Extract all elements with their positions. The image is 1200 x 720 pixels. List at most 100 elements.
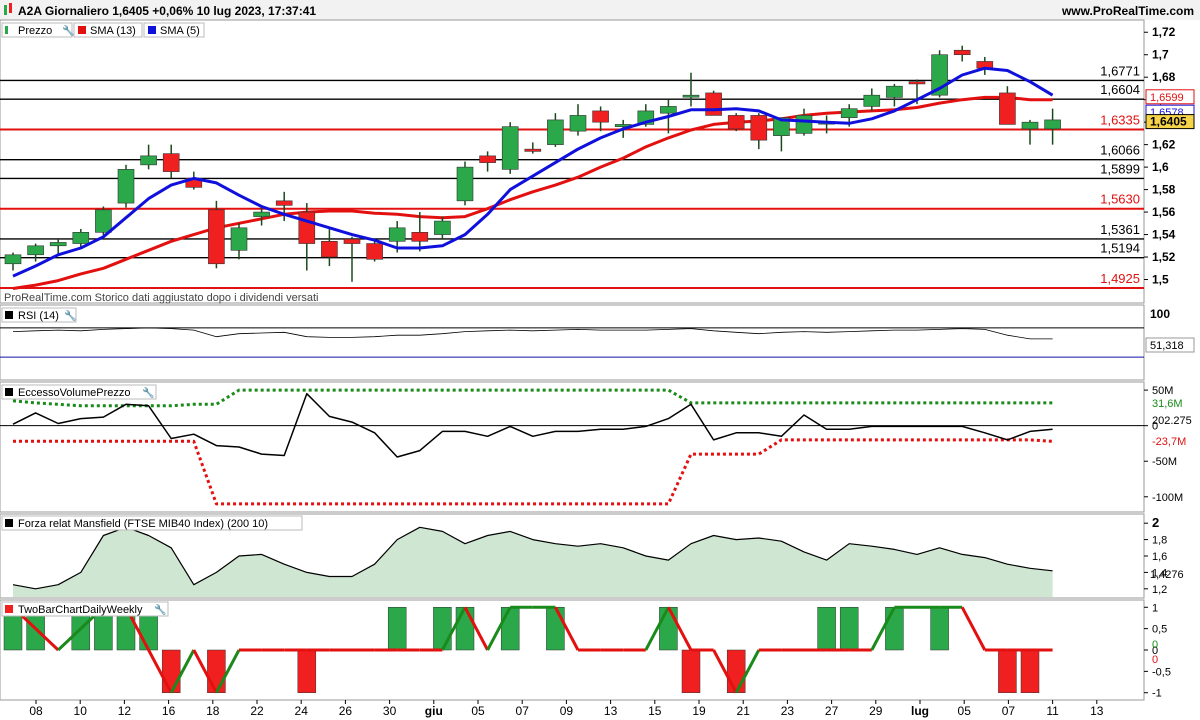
twobar-tick-label: 1 <box>1152 602 1158 614</box>
twobar-bar-up <box>930 607 949 651</box>
price-tick-label: 1,68 <box>1152 70 1176 84</box>
rsi-badge: 51,318 <box>1150 340 1184 352</box>
twobar-bar-down <box>161 649 181 693</box>
mansfield-tick-label: 1,8 <box>1152 535 1167 547</box>
candle-up <box>795 115 813 134</box>
hline-label-4: 1,5899 <box>1100 161 1140 176</box>
twobar-bar-up <box>387 607 407 651</box>
candle-up <box>95 209 112 233</box>
price-tick-label: 1,7 <box>1152 48 1169 62</box>
price-tick-label: 1,6 <box>1152 160 1169 174</box>
twobar-bar-up <box>817 607 836 651</box>
wrench-icon: 🔧 <box>154 603 166 616</box>
eccesso-tick-label: 50M <box>1152 385 1173 397</box>
candle-down <box>411 232 429 242</box>
twobar-legend: TwoBarChartDailyWeekly 🔧 <box>1 601 169 617</box>
twobar-tick-label: -0,5 <box>1152 666 1171 678</box>
legend-eccesso: EccessoVolumePrezzo <box>18 387 131 399</box>
square-icon <box>78 26 86 34</box>
x-tick-label: 16 <box>162 704 176 718</box>
price-tick-label: 1,62 <box>1152 138 1176 152</box>
candle-up <box>682 94 700 98</box>
candle-up <box>253 211 270 217</box>
twobar-bar-up <box>455 607 475 651</box>
candle-up <box>27 245 44 256</box>
rsi-panel[interactable] <box>0 304 1145 381</box>
candle-up <box>501 126 519 170</box>
candle-down <box>321 241 338 258</box>
candle-down <box>208 209 225 265</box>
x-tick-label: 27 <box>825 704 839 718</box>
x-tick-label: 26 <box>339 704 353 718</box>
x-tick-label: 13 <box>604 704 618 718</box>
x-tick-label: 24 <box>295 704 309 718</box>
twobar-badge-green: 0 <box>1152 639 1158 651</box>
x-tick-label: 22 <box>250 704 264 718</box>
candle-down <box>479 155 496 163</box>
mansfield-tick-label: 1,6 <box>1152 551 1167 563</box>
wrench-icon: 🔧 <box>62 24 74 37</box>
x-tick-label: lug <box>911 704 929 718</box>
candle-down <box>162 153 180 172</box>
candle-up <box>840 108 858 118</box>
candle-up <box>456 166 474 202</box>
candle-up <box>547 119 564 145</box>
hline-label-5: 1,5630 <box>1100 192 1140 207</box>
x-tick-label: 19 <box>692 704 706 718</box>
price-tick-label: 1,56 <box>1152 205 1176 219</box>
candle-down <box>298 211 316 244</box>
candle-down <box>343 238 361 244</box>
twobar-bar-up <box>500 607 520 651</box>
candle-up <box>72 232 90 244</box>
legend-price: Prezzo <box>18 25 52 37</box>
price-badges: 1,65991,65781,6405 <box>1145 89 1195 130</box>
x-tick-label: 12 <box>118 704 132 718</box>
x-tick-label: 18 <box>206 704 220 718</box>
header-title: A2A Giornaliero 1,6405 +0,06% 10 lug 202… <box>18 4 316 18</box>
candle-down <box>999 92 1016 125</box>
twobar-bar-up <box>839 607 859 651</box>
candle-up <box>230 227 248 251</box>
candle-up <box>886 85 903 98</box>
twobar-bar-down <box>207 649 226 693</box>
twobar-bar-down <box>297 649 317 693</box>
candle-icon <box>5 26 8 34</box>
twobar-bar-up <box>659 607 678 651</box>
x-tick-label: 21 <box>737 704 751 718</box>
candle-down <box>592 110 609 123</box>
x-tick-label: 29 <box>869 704 883 718</box>
eccesso-badge-lower: -23,7M <box>1152 436 1186 448</box>
twobar-badge-red: 0 <box>1152 654 1158 666</box>
twobar-bar-down <box>681 649 701 693</box>
mansfield-axis: 21,81,61,41,2 <box>1144 515 1167 596</box>
x-tick-label: 15 <box>648 704 662 718</box>
price-tick-label: 1,52 <box>1152 250 1176 264</box>
watermark: ProRealTime.com Storico dati aggiustato … <box>4 292 318 304</box>
candle-down <box>750 115 768 141</box>
hline-label-0: 1,6771 <box>1100 63 1140 78</box>
mansfield-legend: Forza relat Mansfield (FTSE MIB40 Index)… <box>1 515 303 531</box>
rsi-legend: RSI (14) 🔧 <box>1 307 77 323</box>
twobar-bar-up <box>885 607 904 651</box>
candle-up <box>4 254 22 265</box>
twobar-bar-down <box>998 649 1017 693</box>
twobar-bar-down <box>1020 649 1040 693</box>
eccesso-badge-line: 202.275 <box>1152 415 1192 427</box>
price-tick-label: 1,72 <box>1152 25 1176 39</box>
x-tick-label: 08 <box>29 704 43 718</box>
candle-up <box>434 220 451 235</box>
price-badge-label: 1,6599 <box>1150 92 1184 104</box>
candle-up <box>1021 121 1039 130</box>
rsi-tick-100: 100 <box>1150 307 1170 321</box>
x-tick-label: 13 <box>1090 704 1104 718</box>
price-badge-label: 1,6405 <box>1150 115 1187 129</box>
twobar-tick-label: -1 <box>1152 688 1162 700</box>
x-tick-label: 11 <box>1046 704 1059 718</box>
eccesso-badge-upper: 31,6M <box>1152 398 1183 410</box>
x-tick-label: 07 <box>1002 704 1016 718</box>
eccesso-tick-label: -50M <box>1152 456 1177 468</box>
x-tick-label: 05 <box>958 704 972 718</box>
mansfield-badge: 1,4276 <box>1150 569 1184 581</box>
header-site[interactable]: www.ProRealTime.com <box>1061 4 1194 18</box>
candle-down <box>727 115 745 130</box>
